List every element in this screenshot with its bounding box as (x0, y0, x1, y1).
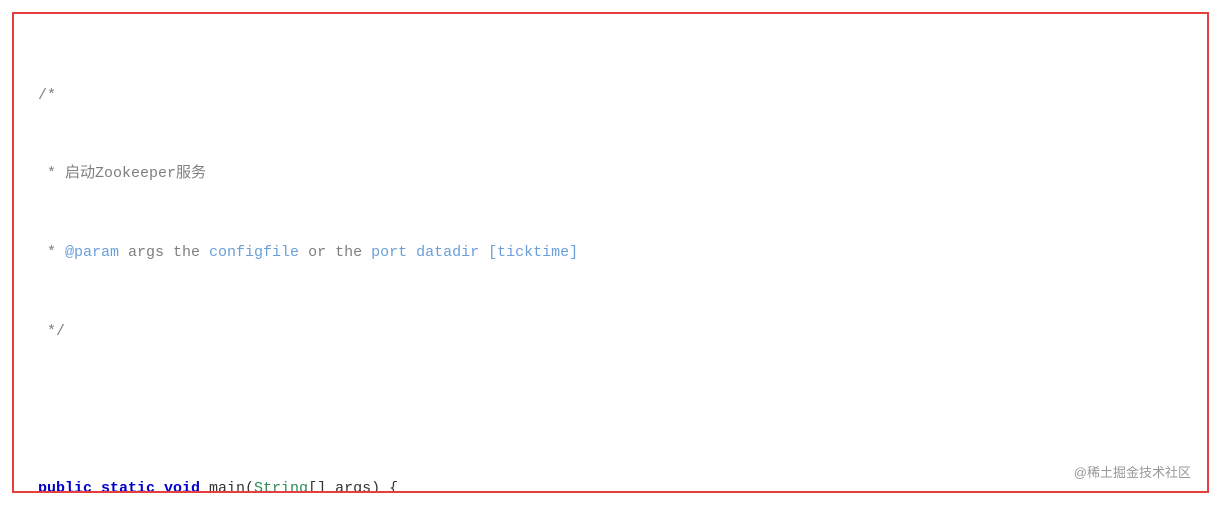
code-block: /* * 启动Zookeeper服务 * @param args the con… (38, 30, 1183, 493)
line-2: * 启动Zookeeper服务 (38, 161, 1183, 187)
code-container: /* * 启动Zookeeper服务 * @param args the con… (12, 12, 1209, 493)
watermark: @稀土掘金技术社区 (1074, 462, 1191, 481)
line-3: * @param args the configfile or the port… (38, 240, 1183, 266)
line-1: /* (38, 83, 1183, 109)
line-4: */ (38, 319, 1183, 345)
line-5: public static void main(String[] args) { (38, 476, 1183, 493)
line-empty-1 (38, 398, 1183, 424)
